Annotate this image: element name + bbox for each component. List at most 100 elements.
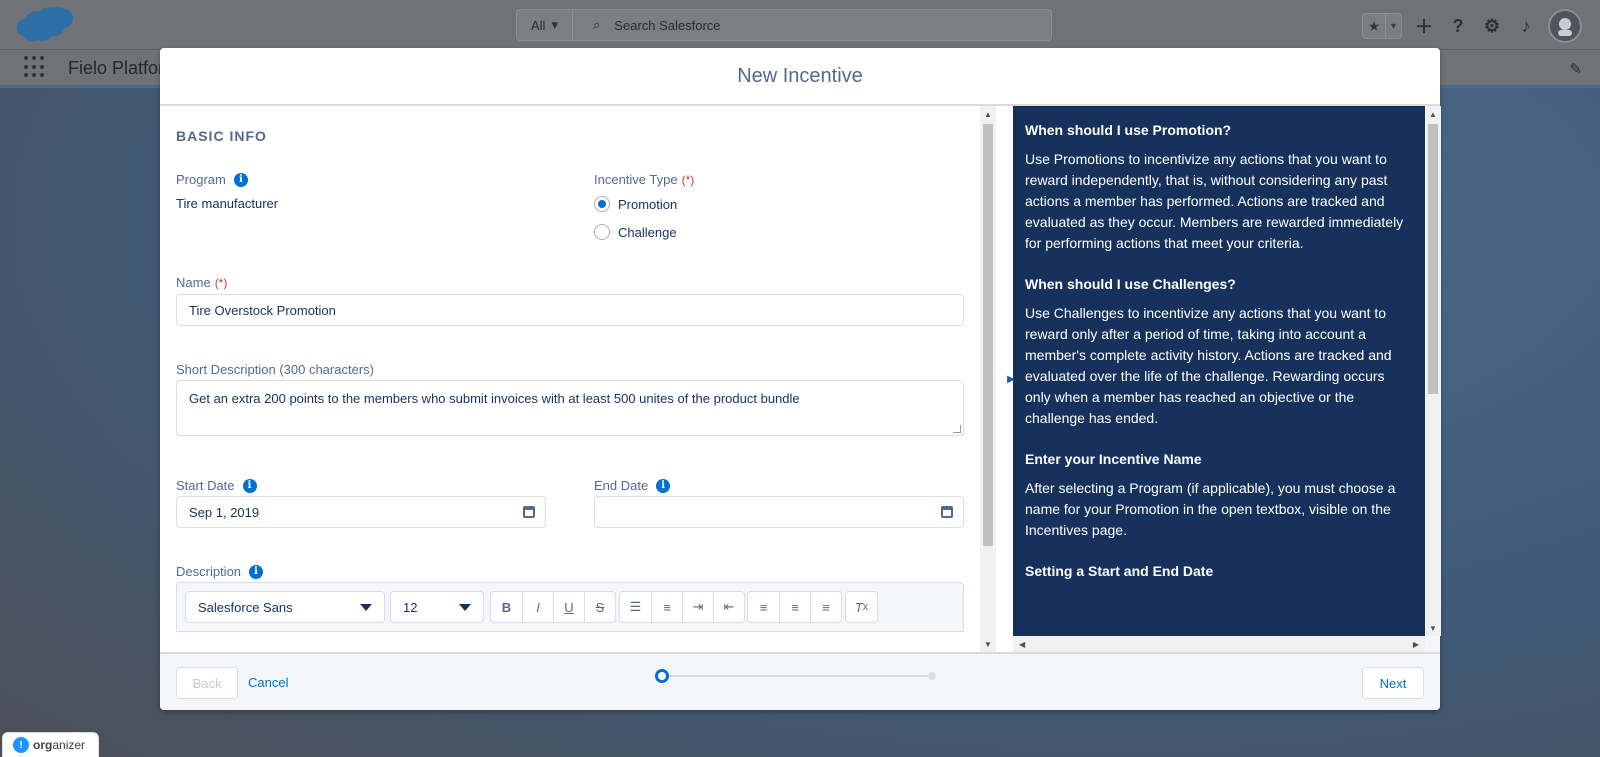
incentive-type-label: Incentive Type (*) (594, 172, 694, 187)
gear-icon[interactable]: ⚙ (1480, 14, 1504, 38)
modal-footer: Back Cancel Next (160, 652, 1440, 710)
search-scope-select[interactable]: All ▾ (517, 10, 573, 40)
name-input[interactable]: Tire Overstock Promotion (176, 294, 964, 326)
align-right-icon[interactable]: ≡ (810, 592, 841, 622)
outdent-icon[interactable]: ⇤ (713, 592, 744, 622)
progress-step-current[interactable] (655, 669, 669, 683)
italic-icon[interactable]: I (522, 592, 553, 622)
info-icon[interactable]: i (233, 172, 248, 187)
search-icon: ⌕ (593, 17, 601, 32)
help-icon[interactable]: ? (1446, 14, 1470, 38)
strikethrough-icon[interactable]: S (584, 592, 615, 622)
indent-icon[interactable]: ⇥ (682, 592, 713, 622)
radio-label-challenge: Challenge (618, 224, 677, 240)
info-icon[interactable]: i (249, 564, 264, 579)
cancel-button[interactable]: Cancel (248, 675, 288, 690)
organizer-label-suffix: anizer (52, 738, 86, 752)
next-button[interactable]: Next (1362, 667, 1424, 699)
scroll-right-icon[interactable]: ▶ (1413, 640, 1419, 649)
help-text: Use Promotions to incentivize any action… (1025, 151, 1404, 251)
salesforce-logo-icon[interactable] (16, 6, 74, 46)
help-text: After selecting a Program (if applicable… (1025, 480, 1396, 538)
edit-nav-icon[interactable]: ✎ (1569, 60, 1582, 78)
help-pane: When should I use Promotion? Use Promoti… (1013, 106, 1441, 652)
radio-button-checked[interactable] (594, 196, 610, 212)
start-date-label: Start Date i (176, 478, 257, 493)
radio-button[interactable] (594, 224, 610, 240)
short-description-label: Short Description (300 characters) (176, 362, 374, 377)
calendar-icon[interactable] (941, 506, 953, 518)
start-date-label-text: Start Date (176, 478, 235, 493)
form-scrollbar[interactable]: ▲ ▼ (980, 106, 996, 652)
help-horizontal-scrollbar[interactable]: ◀ ▶ (1013, 636, 1425, 652)
scrollbar-thumb[interactable] (1428, 124, 1438, 394)
global-header: All ▾ ⌕ Search Salesforce ★ ▾ ＋ ? ⚙ ♪ (0, 0, 1600, 50)
font-size-value: 12 (403, 599, 418, 615)
end-date-input[interactable] (594, 496, 964, 528)
help-heading: Enter your Incentive Name (1025, 451, 1202, 467)
add-icon[interactable]: ＋ (1412, 14, 1436, 38)
rich-text-toolbar: Salesforce Sans 12 B I U S ☰ ≡ ⇥ ⇤ ≡ ≡ ≡… (176, 582, 964, 632)
short-description-textarea[interactable]: Get an extra 200 points to the members w… (176, 380, 964, 436)
name-label-text: Name (176, 275, 211, 290)
resize-handle-icon[interactable] (953, 425, 961, 433)
user-avatar-icon (1558, 18, 1572, 36)
modal-title: New Incentive (737, 64, 863, 87)
back-button[interactable]: Back (176, 667, 238, 699)
star-icon[interactable]: ★ (1363, 14, 1385, 38)
app-launcher-icon[interactable] (24, 56, 46, 78)
format-button-group: B I U S (490, 591, 616, 623)
font-size-select[interactable]: 12 (390, 591, 484, 623)
organizer-label: organizer (33, 738, 85, 752)
scroll-down-icon[interactable]: ▼ (980, 636, 996, 652)
info-icon[interactable]: i (242, 478, 257, 493)
progress-step-next[interactable] (928, 672, 936, 680)
program-value: Tire manufacturer (176, 196, 279, 211)
help-scrollbar[interactable]: ▲ ▼ (1425, 106, 1441, 636)
help-content: When should I use Promotion? Use Promoti… (1013, 106, 1425, 636)
description-label-text: Description (176, 564, 242, 579)
chevron-down-icon[interactable]: ▾ (1385, 14, 1401, 38)
global-search: All ▾ ⌕ Search Salesforce (516, 9, 1052, 41)
start-date-value: Sep 1, 2019 (189, 504, 260, 520)
modal-header: New Incentive (160, 48, 1440, 106)
program-label-text: Program (176, 172, 226, 187)
short-description-value: Get an extra 200 points to the members w… (189, 391, 800, 406)
underline-icon[interactable]: U (553, 592, 584, 622)
organizer-icon: ! (13, 737, 29, 753)
search-placeholder: Search Salesforce (614, 17, 721, 33)
incentive-type-label-text: Incentive Type (594, 172, 678, 187)
radio-promotion[interactable]: Promotion (594, 196, 677, 212)
favorites-group: ★ ▾ (1362, 13, 1402, 39)
info-icon[interactable]: i (656, 478, 671, 493)
clear-formatting-icon[interactable]: Tx (846, 592, 877, 622)
align-center-icon[interactable]: ≡ (779, 592, 810, 622)
form-pane: BASIC INFO Program i Tire manufacturer I… (160, 106, 980, 652)
font-family-select[interactable]: Salesforce Sans (185, 591, 385, 623)
scrollbar-thumb[interactable] (983, 124, 993, 546)
numbered-list-icon[interactable]: ≡ (651, 592, 682, 622)
required-marker: (*) (681, 172, 695, 187)
start-date-input[interactable]: Sep 1, 2019 (176, 496, 546, 528)
scroll-up-icon[interactable]: ▲ (1425, 106, 1441, 122)
radio-challenge[interactable]: Challenge (594, 224, 677, 240)
name-label: Name (*) (176, 275, 227, 290)
required-marker: (*) (214, 275, 228, 290)
avatar[interactable] (1548, 9, 1582, 43)
align-button-group: ≡ ≡ ≡ (747, 591, 842, 623)
bulleted-list-icon[interactable]: ☰ (620, 592, 651, 622)
modal-body: BASIC INFO Program i Tire manufacturer I… (160, 106, 1441, 652)
organizer-label-prefix: org (33, 738, 53, 752)
search-input[interactable]: ⌕ Search Salesforce (573, 10, 1051, 40)
organizer-tab[interactable]: ! organizer (2, 732, 99, 757)
bold-icon[interactable]: B (491, 592, 522, 622)
new-incentive-modal: New Incentive BASIC INFO Program i Tire … (160, 48, 1441, 710)
progress-indicator (655, 669, 940, 683)
calendar-icon[interactable] (523, 506, 535, 518)
align-left-icon[interactable]: ≡ (748, 592, 779, 622)
help-heading: When should I use Promotion? (1025, 122, 1232, 138)
scroll-down-icon[interactable]: ▼ (1425, 620, 1441, 636)
bell-icon[interactable]: ♪ (1514, 14, 1538, 38)
scroll-left-icon[interactable]: ◀ (1019, 640, 1025, 649)
scroll-up-icon[interactable]: ▲ (980, 106, 996, 122)
